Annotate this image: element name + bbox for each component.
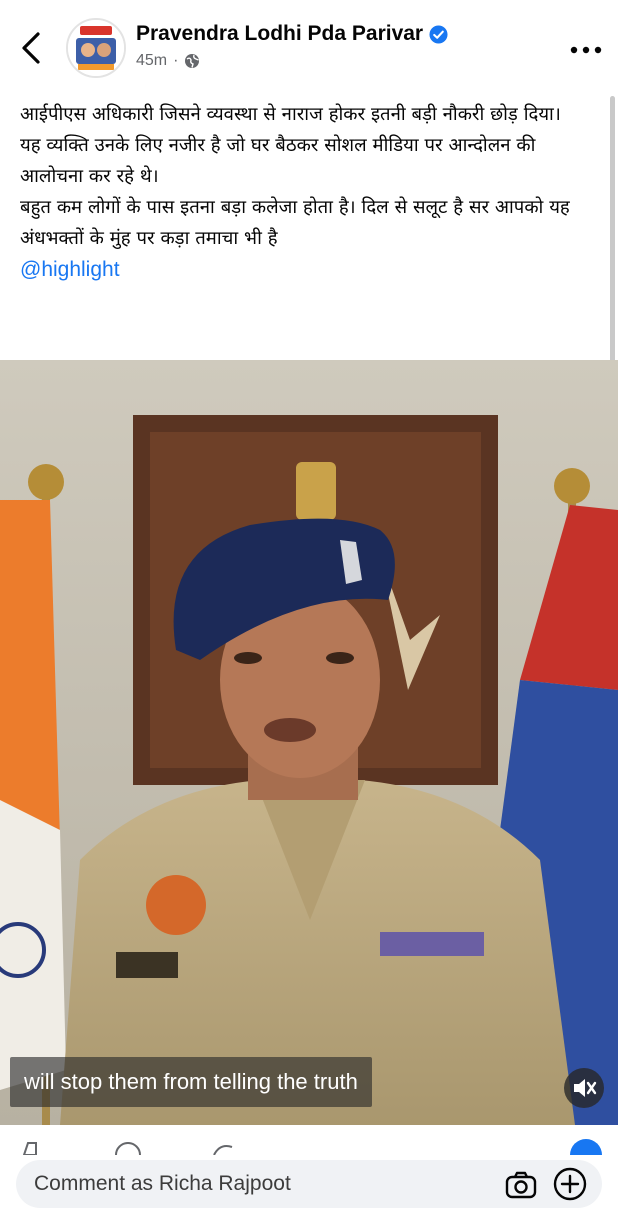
video-subtitle: will stop them from telling the truth [10, 1057, 372, 1107]
post-timestamp[interactable]: 45m [136, 52, 167, 70]
scrollbar-thumb[interactable] [610, 96, 615, 386]
reaction-row [0, 1125, 618, 1155]
post-paragraph-2: यह व्यक्ति उनके लिए नजीर है जो घर बैठकर … [20, 135, 536, 187]
page-avatar-image [68, 20, 124, 76]
speaker-muted-icon[interactable] [564, 1068, 604, 1108]
separator-dot: · [173, 52, 179, 69]
video-overlay [0, 360, 618, 1125]
reaction-icons-partial [22, 1139, 602, 1155]
page-name[interactable]: Pravendra Lodhi Pda Parivar [136, 22, 423, 46]
comment-input[interactable]: Comment as Richa Rajpoot [16, 1160, 602, 1208]
post-paragraph-1: आईपीएस अधिकारी जिसने व्यवस्था से नाराज ह… [20, 104, 561, 125]
post-paragraph-3: बहुत कम लोगों के पास इतना बड़ा कलेजा होत… [20, 197, 570, 249]
post-meta: 45m · [136, 52, 200, 70]
post-header: Pravendra Lodhi Pda Parivar 45m · [0, 0, 618, 92]
more-horizontal-icon[interactable] [566, 30, 606, 70]
chevron-left-icon[interactable] [14, 28, 50, 68]
globe-icon [185, 54, 200, 68]
highlight-mention-link[interactable]: @highlight [20, 258, 120, 281]
post-text: आईपीएस अधिकारी जिसने व्यवस्था से नाराज ह… [20, 99, 600, 286]
page-name-row: Pravendra Lodhi Pda Parivar [136, 22, 448, 46]
verified-badge-icon [429, 24, 448, 44]
comment-placeholder[interactable]: Comment as Richa Rajpoot [34, 1172, 291, 1196]
video-player[interactable] [0, 360, 618, 1125]
page-avatar[interactable] [66, 18, 126, 78]
camera-icon[interactable] [504, 1168, 538, 1202]
plus-circle-icon[interactable] [552, 1166, 588, 1202]
